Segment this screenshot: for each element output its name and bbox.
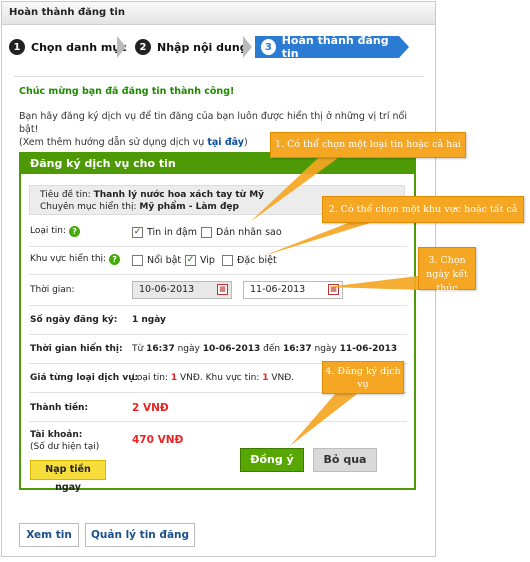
area-label-row: Khu vực hiển thị:?: [30, 254, 121, 265]
start-date-field: 10-06-2013 ▦: [132, 281, 232, 299]
calendar-icon: ▦: [217, 284, 228, 295]
end-day: 11-06-2013: [339, 344, 398, 354]
post-title: Thanh lý nước hoa xách tay từ Mỹ: [93, 190, 265, 200]
step-complete-posting: 3 Hoàn thành đăng tin: [255, 34, 409, 60]
post-title-label: Tiêu đề tin:: [40, 190, 91, 200]
help-icon[interactable]: ?: [69, 226, 81, 237]
time-label: Thời gian:: [30, 285, 75, 295]
page-header: Hoàn thành đăng tin: [2, 2, 435, 25]
type-label: Loại tin:: [30, 226, 67, 236]
text: Loại tin:: [132, 373, 171, 383]
end-date-field[interactable]: 11-06-2013 ▦: [243, 281, 343, 299]
account-label: Tài khoản:: [30, 430, 83, 440]
checkbox[interactable]: [201, 227, 212, 238]
step-label: Nhập nội dung: [157, 40, 248, 54]
checkbox[interactable]: ✓: [132, 227, 143, 238]
row-divider: [29, 246, 407, 247]
checkbox[interactable]: ✓: [185, 255, 196, 266]
step-enter-content: 2 Nhập nội dung: [135, 36, 248, 58]
checkbox[interactable]: [132, 255, 143, 266]
topup-button[interactable]: Nạp tiền ngay: [30, 460, 106, 493]
guide-link[interactable]: tại đây: [207, 137, 244, 148]
text: VNĐ.: [268, 373, 295, 383]
callout-1: 1. Có thể chọn một loại tin hoặc cả hai: [270, 132, 466, 158]
page-title: Hoàn thành đăng tin: [9, 7, 125, 18]
view-post-button[interactable]: Xem tin: [19, 523, 79, 547]
start-time: 16:37: [146, 344, 175, 354]
end-time: 16:37: [282, 344, 312, 354]
step-progress: 1 Chọn danh mục 2 Nhập nội dung 3 Hoàn t…: [5, 34, 425, 60]
display-time-value: Từ 16:37 ngày 10-06-2013 đến 16:37 ngày …: [132, 344, 397, 354]
step-label: Chọn danh mục: [31, 40, 127, 54]
step-number: 2: [135, 39, 151, 55]
callout-3: 3. Chọn ngày kết thúc: [418, 247, 476, 294]
end-date-value: 11-06-2013: [250, 284, 306, 295]
text: đến: [260, 344, 283, 354]
category-label: Chuyên mục hiển thị:: [40, 202, 137, 212]
step-label: Hoàn thành đăng tin: [281, 34, 389, 60]
total-value: 2 VNĐ: [132, 402, 169, 414]
checkbox-special[interactable]: Đặc biệt: [222, 255, 277, 266]
price-value: Loại tin: 1 VNĐ. Khu vực tin: 1 VNĐ.: [132, 373, 294, 383]
chevron-right-icon: [117, 36, 126, 58]
checkbox-featured[interactable]: Nổi bật: [132, 255, 181, 266]
callout-2: 2. Có thể chọn một khu vực hoặc tất cả: [322, 196, 524, 223]
intro-suffix: ): [243, 137, 248, 148]
checkbox-star-label[interactable]: Dán nhãn sao: [201, 227, 282, 238]
page-frame: Hoàn thành đăng tin 1 Chọn danh mục 2 Nh…: [1, 1, 436, 557]
help-icon[interactable]: ?: [109, 254, 121, 265]
start-day: 10-06-2013: [202, 344, 261, 354]
area-label: Khu vực hiển thị:: [30, 254, 107, 264]
account-balance: 470 VNĐ: [132, 434, 184, 446]
checkbox-label: Tin in đậm: [147, 227, 197, 238]
skip-button[interactable]: Bỏ qua: [313, 448, 377, 472]
success-message: Chúc mừng bạn đã đăng tin thành công!: [19, 86, 235, 97]
days-value: 1 ngày: [132, 315, 166, 325]
display-time-label: Thời gian hiển thị:: [30, 344, 123, 354]
checkbox-label: Đặc biệt: [237, 255, 277, 266]
category-value: Mỹ phẩm - Làm đẹp: [139, 202, 239, 212]
confirm-button[interactable]: Đồng ý: [240, 448, 304, 472]
callout-4: 4. Đăng ký dịch vụ: [322, 361, 404, 394]
calendar-icon[interactable]: ▦: [328, 284, 339, 295]
intro-prefix: (Xem thêm hướng dẫn sử dụng dịch vụ: [19, 137, 208, 148]
chevron-right-icon: [243, 36, 252, 58]
text: ngày: [174, 344, 203, 354]
checkbox-label: Vip: [200, 255, 215, 266]
days-label: Số ngày đăng ký:: [30, 315, 118, 325]
step-number: 1: [9, 39, 25, 55]
checkbox-vip[interactable]: ✓ Vip: [185, 255, 215, 266]
text: Từ: [132, 344, 147, 354]
row-divider: [29, 421, 407, 422]
checkbox-bold-post[interactable]: ✓ Tin in đậm: [132, 227, 197, 238]
account-sub-label: (Số dư hiện tại): [30, 442, 100, 452]
row-divider: [29, 305, 407, 306]
row-divider: [29, 274, 407, 275]
price-label: Giá từng loại dịch vụ:: [30, 373, 139, 383]
checkbox[interactable]: [222, 255, 233, 266]
type-label-row: Loại tin:?: [30, 226, 81, 237]
row-divider: [29, 334, 407, 335]
text: VNĐ. Khu vực tin:: [177, 373, 263, 383]
step-number: 3: [261, 39, 276, 55]
divider: [14, 76, 424, 77]
manage-posts-button[interactable]: Quản lý tin đăng: [85, 523, 195, 547]
total-label: Thành tiền:: [30, 403, 89, 413]
text: ngày: [311, 344, 340, 354]
checkbox-label: Dán nhãn sao: [216, 227, 282, 238]
checkbox-label: Nổi bật: [147, 255, 182, 266]
step-choose-category: 1 Chọn danh mục: [9, 36, 127, 58]
start-date-value: 10-06-2013: [139, 284, 195, 295]
